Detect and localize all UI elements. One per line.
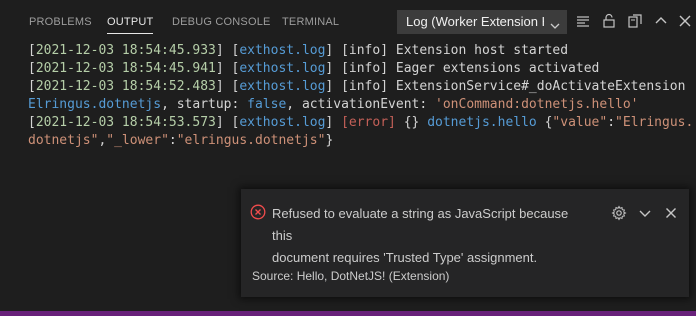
- log-line: [2021-12-03 18:54:45.941] [exthost.log] …: [28, 59, 599, 78]
- panel-tab-bar: PROBLEMS OUTPUT DEBUG CONSOLE TERMINAL L…: [0, 0, 696, 40]
- list-filter-icon[interactable]: [575, 13, 591, 29]
- log-token: [: [28, 79, 36, 94]
- log-token: [error]: [341, 115, 396, 130]
- log-line: [2021-12-03 18:54:53.573] [exthost.log] …: [28, 113, 693, 132]
- tab-output[interactable]: OUTPUT: [107, 0, 154, 40]
- log-token: Elringus.dotnetjs: [28, 97, 162, 112]
- log-token: [: [28, 43, 36, 58]
- log-token: , activationEvent:: [286, 97, 436, 112]
- error-notification: Refused to evaluate a string as JavaScri…: [241, 189, 689, 297]
- chevron-down-icon: [549, 17, 561, 29]
- output-panel: PROBLEMS OUTPUT DEBUG CONSOLE TERMINAL L…: [0, 0, 696, 316]
- error-icon: [250, 204, 266, 220]
- log-token: [: [28, 115, 36, 130]
- output-channel-label: Log (Worker Extension Host): [406, 14, 544, 29]
- log-token: ] [info] Extension host started: [325, 43, 569, 58]
- log-token: exthost.log: [239, 43, 326, 58]
- log-line: [2021-12-03 18:54:52.483] [exthost.log] …: [28, 77, 685, 96]
- log-token: , startup:: [161, 97, 248, 112]
- log-token: 2021-12-03 18:54:53.573: [35, 115, 216, 130]
- log-token: ] [info] ExtensionService#_doActivateExt…: [325, 79, 686, 94]
- close-icon[interactable]: [663, 205, 679, 221]
- close-panel-icon[interactable]: [677, 13, 693, 29]
- tab-terminal[interactable]: TERMINAL: [282, 0, 339, 40]
- log-token: ] [: [215, 115, 240, 130]
- log-token: {: [536, 115, 553, 130]
- log-token: exthost.log: [239, 61, 326, 76]
- log-token: ] [: [215, 43, 240, 58]
- log-token: exthost.log: [239, 115, 326, 130]
- log-token: ] [: [215, 79, 240, 94]
- tab-problems[interactable]: PROBLEMS: [29, 0, 92, 40]
- log-line: dotnetjs","_lower":"elringus.dotnetjs"}: [28, 131, 333, 150]
- log-token: dotnetjs.hello: [427, 115, 537, 130]
- notification-message-line: document requires 'Trusted Type' assignm…: [272, 250, 538, 265]
- output-channel-select[interactable]: Log (Worker Extension Host): [397, 10, 567, 34]
- log-token: {}: [395, 115, 428, 130]
- log-token: [: [28, 61, 36, 76]
- log-token: ]: [325, 115, 342, 130]
- log-token: 'onCommand:dotnetjs.hello': [435, 97, 639, 112]
- log-token: ] [: [215, 61, 240, 76]
- notification-message: Refused to evaluate a string as JavaScri…: [272, 203, 592, 269]
- open-in-editor-icon[interactable]: [627, 13, 643, 29]
- chevron-down-icon[interactable]: [637, 205, 653, 221]
- log-token: false: [247, 97, 287, 112]
- log-line: Elringus.dotnetjs, startup: false, activ…: [28, 95, 639, 114]
- log-token: :: [168, 133, 177, 148]
- maximize-panel-icon[interactable]: [653, 13, 669, 29]
- lock-icon[interactable]: [601, 13, 617, 29]
- log-token: ] [info] Eager extensions activated: [325, 61, 600, 76]
- notification-source: Source: Hello, DotNetJS! (Extension): [252, 269, 450, 283]
- log-token: dotnetjs": [28, 133, 99, 148]
- log-token: "Elringus.: [615, 115, 694, 130]
- log-token: "elringus.dotnetjs": [176, 133, 326, 148]
- gear-icon[interactable]: [611, 205, 627, 221]
- notification-message-line: Refused to evaluate a string as JavaScri…: [272, 206, 569, 243]
- log-token: "value": [552, 115, 608, 130]
- log-token: exthost.log: [239, 79, 326, 94]
- log-token: :: [607, 115, 616, 130]
- tab-debug-console[interactable]: DEBUG CONSOLE: [172, 0, 271, 40]
- log-token: 2021-12-03 18:54:52.483: [35, 79, 216, 94]
- log-token: 2021-12-03 18:54:45.933: [35, 43, 216, 58]
- log-token: }: [325, 133, 334, 148]
- log-line: [2021-12-03 18:54:45.933] [exthost.log] …: [28, 41, 568, 60]
- status-bar: [0, 311, 696, 316]
- log-token: 2021-12-03 18:54:45.941: [35, 61, 216, 76]
- log-token: "_lower": [106, 133, 169, 148]
